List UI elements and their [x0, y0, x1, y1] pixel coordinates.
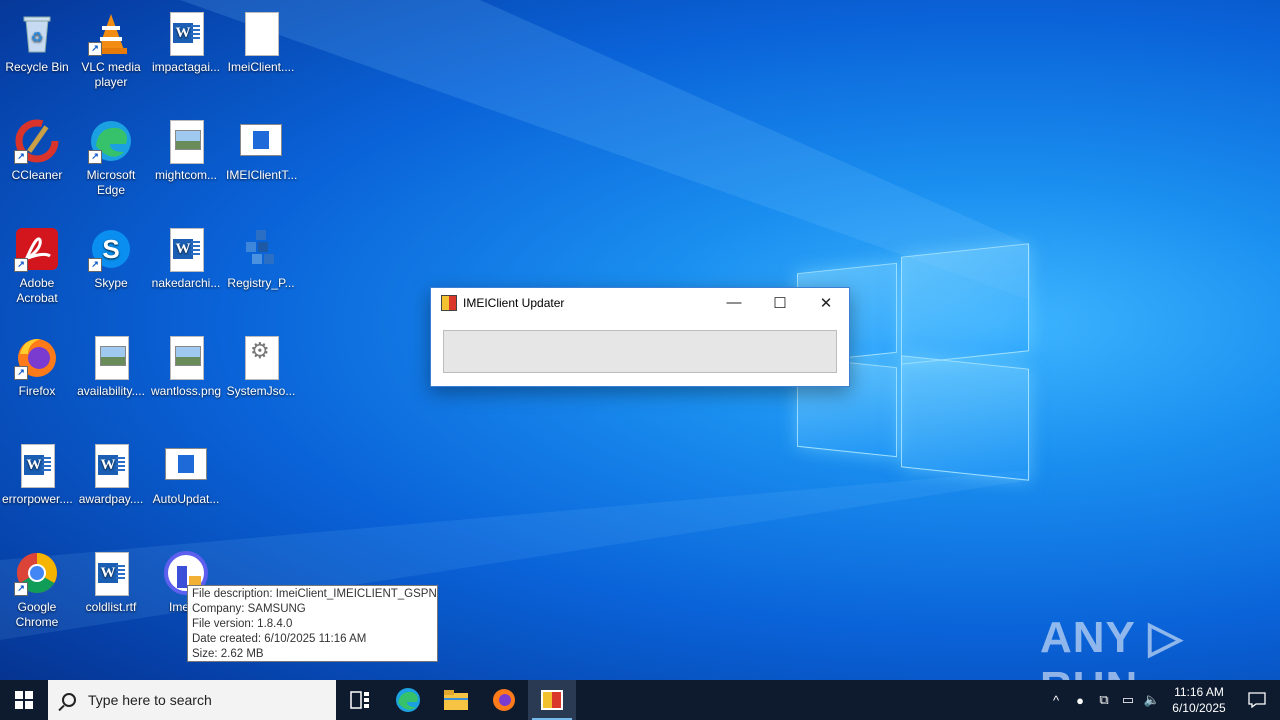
- app-icon: [441, 294, 457, 311]
- desktop-icon-coldlist[interactable]: W coldlist.rtf: [74, 544, 148, 615]
- start-button[interactable]: [0, 680, 48, 720]
- image-file-icon: [163, 118, 209, 164]
- word-doc-icon: W: [14, 442, 60, 488]
- maximize-button[interactable]: ☐: [757, 288, 803, 317]
- search-placeholder: Type here to search: [88, 692, 212, 708]
- desktop-icon-chrome[interactable]: ↗ Google Chrome: [0, 544, 74, 630]
- desktop-icon-errorpower[interactable]: W errorpower....: [0, 436, 74, 507]
- notification-icon: [1248, 692, 1266, 708]
- task-view-icon: [350, 691, 369, 709]
- registry-icon: [238, 226, 284, 272]
- desktop-icon-systemjson[interactable]: ⚙ SystemJso...: [224, 328, 298, 399]
- desktop-icon-edge[interactable]: ↗ Microsoft Edge: [74, 112, 148, 198]
- cloud-status-icon[interactable]: ●: [1068, 693, 1092, 708]
- ccleaner-icon: ↗: [14, 118, 60, 164]
- desktop-icon-availability[interactable]: availability....: [74, 328, 148, 399]
- windows-start-icon: [15, 691, 33, 709]
- blank-file-icon: [238, 10, 284, 56]
- edge-icon: [396, 688, 420, 712]
- tooltip-size: Size: 2.62 MB: [192, 648, 264, 660]
- file-info-tooltip: File description: ImeiClient_IMEICLIENT_…: [187, 585, 438, 662]
- shortcut-arrow-icon: ↗: [14, 150, 28, 164]
- edge-icon: ↗: [88, 118, 134, 164]
- settings-file-icon: ⚙: [238, 334, 284, 380]
- desktop-icon-awardpay[interactable]: W awardpay....: [74, 436, 148, 507]
- skype-icon: S ↗: [88, 226, 134, 272]
- desktop-icon-autoupdat[interactable]: AutoUpdat...: [149, 436, 223, 507]
- tooltip-date: Date created: 6/10/2025 11:16 AM: [192, 633, 367, 645]
- shortcut-arrow-icon: ↗: [14, 366, 28, 380]
- word-doc-icon: W: [163, 226, 209, 272]
- shortcut-arrow-icon: ↗: [14, 258, 28, 272]
- image-file-icon: [88, 334, 134, 380]
- desktop-icon-wantloss[interactable]: wantloss.png: [149, 328, 223, 399]
- desktop-icon-imeiclient-file[interactable]: ImeiClient....: [224, 4, 298, 75]
- app-window-icon: [238, 118, 284, 164]
- update-progress-bar: [443, 330, 837, 373]
- taskbar-imeiclient-updater[interactable]: [528, 680, 576, 720]
- clock[interactable]: 11:16 AM 6/10/2025: [1164, 684, 1234, 716]
- taskbar-search-box[interactable]: Type here to search: [48, 680, 336, 720]
- task-view-button[interactable]: [336, 680, 384, 720]
- close-button[interactable]: ✕: [803, 288, 849, 317]
- search-icon: [62, 693, 76, 707]
- network-icon[interactable]: ▭: [1116, 692, 1140, 708]
- desktop-icon-impactagai[interactable]: W impactagai...: [149, 4, 223, 75]
- desktop-icon-acrobat[interactable]: ↗ Adobe Acrobat: [0, 220, 74, 306]
- folder-icon: [444, 690, 468, 710]
- word-doc-icon: W: [88, 550, 134, 596]
- word-doc-icon: W: [163, 10, 209, 56]
- updater-dialog: IMEIClient Updater — ☐ ✕: [430, 287, 850, 387]
- desktop-icon-nakedarchi[interactable]: W nakedarchi...: [149, 220, 223, 291]
- tooltip-company: Company: SAMSUNG: [192, 603, 306, 615]
- desktop-icon-firefox[interactable]: ↗ Firefox: [0, 328, 74, 399]
- notifications-button[interactable]: [1234, 692, 1280, 708]
- app-window-icon: [163, 442, 209, 488]
- acrobat-icon: ↗: [14, 226, 60, 272]
- svg-text:S: S: [102, 234, 119, 264]
- chevron-up-icon[interactable]: ^: [1044, 693, 1068, 708]
- desktop-icon-skype[interactable]: S ↗ Skype: [74, 220, 148, 291]
- taskbar: Type here to search ^ ● ⧉ ▭ 🔈 11:16 AM 6…: [0, 680, 1280, 720]
- svg-text:♻: ♻: [31, 29, 44, 45]
- firefox-icon: ↗: [14, 334, 60, 380]
- system-tray: ^ ● ⧉ ▭ 🔈 11:16 AM 6/10/2025: [1044, 680, 1280, 720]
- desktop-icon-ccleaner[interactable]: ↗ CCleaner: [0, 112, 74, 183]
- clock-date: 6/10/2025: [1172, 701, 1226, 715]
- chrome-icon: ↗: [14, 550, 60, 596]
- usb-device-icon[interactable]: ⧉: [1092, 692, 1116, 708]
- desktop-icon-registry[interactable]: Registry_P...: [224, 220, 298, 291]
- taskbar-file-explorer[interactable]: [432, 680, 480, 720]
- desktop-icon-imeiclientt[interactable]: IMEIClientT...: [224, 112, 298, 183]
- tooltip-version: File version: 1.8.4.0: [192, 618, 293, 630]
- desktop-icon-vlc[interactable]: ↗ VLC media player: [74, 4, 148, 90]
- vlc-icon: ↗: [88, 10, 134, 56]
- minimize-button[interactable]: —: [711, 288, 757, 317]
- word-doc-icon: W: [88, 442, 134, 488]
- app-icon: [541, 690, 563, 710]
- shortcut-arrow-icon: ↗: [88, 150, 102, 164]
- image-file-icon: [163, 334, 209, 380]
- dialog-titlebar[interactable]: IMEIClient Updater — ☐ ✕: [431, 288, 849, 317]
- recycle-bin-icon: ♻: [14, 10, 60, 56]
- clock-time: 11:16 AM: [1174, 685, 1224, 699]
- volume-icon[interactable]: 🔈: [1140, 692, 1164, 708]
- shortcut-arrow-icon: ↗: [14, 582, 28, 596]
- firefox-icon: [493, 689, 515, 711]
- desktop-icon-mightcom[interactable]: mightcom...: [149, 112, 223, 183]
- shortcut-arrow-icon: ↗: [88, 258, 102, 272]
- tooltip-description: File description: ImeiClient_IMEICLIENT_…: [192, 588, 437, 600]
- desktop-icon-recycle-bin[interactable]: ♻ Recycle Bin: [0, 4, 74, 75]
- dialog-title: IMEIClient Updater: [463, 295, 565, 310]
- taskbar-firefox[interactable]: [480, 680, 528, 720]
- shortcut-arrow-icon: ↗: [88, 42, 102, 56]
- taskbar-edge[interactable]: [384, 680, 432, 720]
